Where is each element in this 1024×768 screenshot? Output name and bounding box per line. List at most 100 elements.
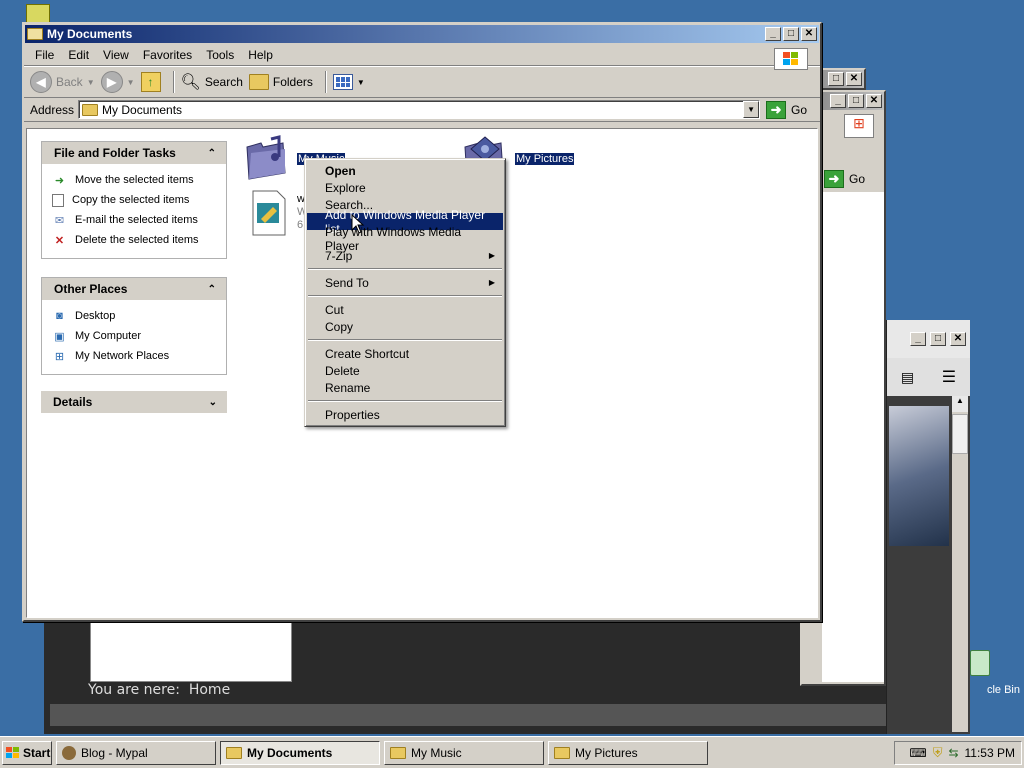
maximize-icon[interactable]: □ — [930, 332, 946, 346]
submenu-arrow-icon: ▶ — [488, 278, 495, 287]
menu-item-cut[interactable]: Cut — [307, 301, 503, 318]
minimize-icon[interactable]: _ — [910, 332, 926, 346]
network-tray-icon[interactable]: ⇆ — [948, 746, 958, 760]
maximize-icon[interactable]: □ — [828, 72, 844, 86]
minimize-button[interactable]: _ — [765, 27, 781, 41]
search-button[interactable]: 🔍︎ Search — [181, 72, 243, 92]
close-icon[interactable]: ✕ — [950, 332, 966, 346]
task-delete[interactable]: ✕ Delete the selected items — [52, 230, 226, 250]
go-button[interactable]: ➜ Go — [766, 100, 807, 119]
address-dropdown-icon[interactable]: ▼ — [743, 101, 760, 118]
address-input[interactable]: My Documents ▼ — [78, 100, 761, 119]
sidebar-icon[interactable]: ▤ — [901, 369, 914, 386]
security-shield-icon[interactable]: ⛨ — [933, 745, 943, 761]
task-email[interactable]: ✉ E-mail the selected items — [52, 210, 226, 230]
start-button[interactable]: Start — [2, 740, 52, 765]
place-desktop[interactable]: ◙ Desktop — [52, 306, 226, 326]
scroll-thumb[interactable] — [952, 414, 968, 454]
network-icon: ⊞ — [54, 350, 65, 363]
context-menu: Open Explore Search... Add to Windows Me… — [304, 158, 506, 427]
desktop-icon-clock[interactable] — [26, 4, 52, 24]
music-folder-icon — [246, 135, 286, 180]
menu-tools[interactable]: Tools — [199, 46, 241, 64]
menu-favorites[interactable]: Favorites — [136, 46, 199, 64]
menu-item-properties[interactable]: Properties — [307, 406, 503, 423]
mouse-cursor-icon — [351, 214, 365, 234]
forward-dropdown-icon[interactable]: ▼ — [127, 78, 135, 87]
menu-separator — [308, 295, 502, 297]
window-title: My Documents — [47, 27, 133, 41]
go-arrow-icon: ➜ — [766, 100, 787, 119]
folder-icon — [82, 103, 99, 116]
hamburger-menu-icon[interactable]: ☰ — [942, 367, 956, 387]
mypal-window[interactable]: _ □ ✕ ▤ ☰ ▲ — [886, 320, 970, 734]
close-icon[interactable]: ✕ — [866, 94, 882, 108]
maximize-icon[interactable]: □ — [848, 94, 864, 108]
menu-separator — [308, 400, 502, 402]
clock[interactable]: 11:53 PM — [965, 746, 1015, 760]
views-button[interactable]: ▼ — [332, 74, 365, 90]
menu-view[interactable]: View — [96, 46, 136, 64]
taskbar-button-mypal[interactable]: Blog - Mypal — [56, 740, 216, 765]
collapse-icon[interactable]: ⌃ — [208, 284, 216, 295]
mypal-scrollbar[interactable]: ▲ — [952, 396, 968, 732]
mypal-icon — [62, 745, 76, 760]
explorer-back-2-go[interactable]: ➜ Go — [824, 170, 865, 188]
menu-item-delete[interactable]: Delete — [307, 362, 503, 379]
file-wmp-playlist[interactable]: wi W 6 — [249, 189, 307, 237]
close-icon[interactable]: ✕ — [846, 72, 862, 86]
file-label-my-pictures: My Pictures — [515, 153, 575, 165]
maximize-button[interactable]: □ — [783, 27, 799, 41]
menu-item-send-to[interactable]: Send To ▶ — [307, 274, 503, 291]
folder-icon — [226, 746, 242, 759]
mypal-page-image — [889, 406, 949, 546]
folders-button[interactable]: Folders — [248, 74, 313, 90]
views-icon — [332, 74, 353, 90]
file-folder-tasks-panel: File and Folder Tasks ⌃ ➜ Move the select… — [41, 141, 227, 259]
file-folder-tasks-header[interactable]: File and Folder Tasks ⌃ — [42, 142, 226, 164]
window-titlebar[interactable]: My Documents _ □ ✕ — [25, 25, 819, 43]
up-folder-button[interactable]: ↑ — [140, 72, 161, 92]
menu-item-rename[interactable]: Rename — [307, 379, 503, 396]
back-dropdown-icon[interactable]: ▼ — [87, 78, 95, 87]
folder-icon — [554, 746, 570, 759]
menu-item-create-shortcut[interactable]: Create Shortcut — [307, 345, 503, 362]
forward-arrow-icon: ▶ — [100, 71, 123, 93]
close-button[interactable]: ✕ — [801, 27, 817, 41]
expand-icon[interactable]: ⌄ — [209, 397, 217, 408]
menu-item-open[interactable]: Open — [307, 162, 503, 179]
menu-help[interactable]: Help — [241, 46, 280, 64]
breadcrumb: You are nere: Home — [88, 682, 231, 698]
address-label: Address — [30, 102, 75, 117]
menu-item-play-wmp[interactable]: Play with Windows Media Player — [307, 225, 503, 253]
details-header[interactable]: Details ⌄ — [41, 391, 227, 413]
collapse-icon[interactable]: ⌃ — [208, 148, 216, 159]
task-move[interactable]: ➜ Move the selected items — [52, 170, 226, 190]
taskbar-button-my-documents[interactable]: My Documents — [220, 740, 380, 765]
place-my-computer[interactable]: ▣ My Computer — [52, 326, 226, 346]
keyboard-icon[interactable]: ⌨ — [909, 746, 926, 760]
computer-icon: ▣ — [54, 330, 65, 343]
address-bar: Address My Documents ▼ ➜ Go — [24, 98, 820, 122]
menu-bar: File Edit View Favorites Tools Help — [24, 44, 820, 66]
taskbar-button-my-pictures[interactable]: My Pictures — [548, 740, 708, 765]
windows-logo-icon: ⊞ — [844, 114, 874, 138]
other-places-header[interactable]: Other Places ⌃ — [42, 278, 226, 300]
menu-separator — [308, 268, 502, 270]
taskbar: Start Blog - Mypal My Documents My Music… — [0, 736, 1024, 768]
standard-toolbar: ◀ Back ▼ ▶ ▼ ↑ 🔍︎ Search Folders ▼ — [24, 66, 820, 98]
scroll-up-icon[interactable]: ▲ — [952, 396, 968, 412]
menu-item-copy[interactable]: Copy — [307, 318, 503, 335]
taskbar-button-my-music[interactable]: My Music — [384, 740, 544, 765]
back-button[interactable]: ◀ Back ▼ — [30, 71, 95, 93]
forward-button[interactable]: ▶ ▼ — [100, 71, 135, 93]
move-icon: ➜ — [54, 174, 65, 187]
menu-item-explore[interactable]: Explore — [307, 179, 503, 196]
place-network[interactable]: ⊞ My Network Places — [52, 346, 226, 366]
menu-file[interactable]: File — [28, 46, 61, 64]
details-panel: Details ⌄ — [41, 391, 227, 413]
task-copy[interactable]: Copy the selected items — [52, 190, 226, 210]
menu-edit[interactable]: Edit — [61, 46, 96, 64]
submenu-arrow-icon: ▶ — [488, 251, 495, 260]
minimize-icon[interactable]: _ — [830, 94, 846, 108]
